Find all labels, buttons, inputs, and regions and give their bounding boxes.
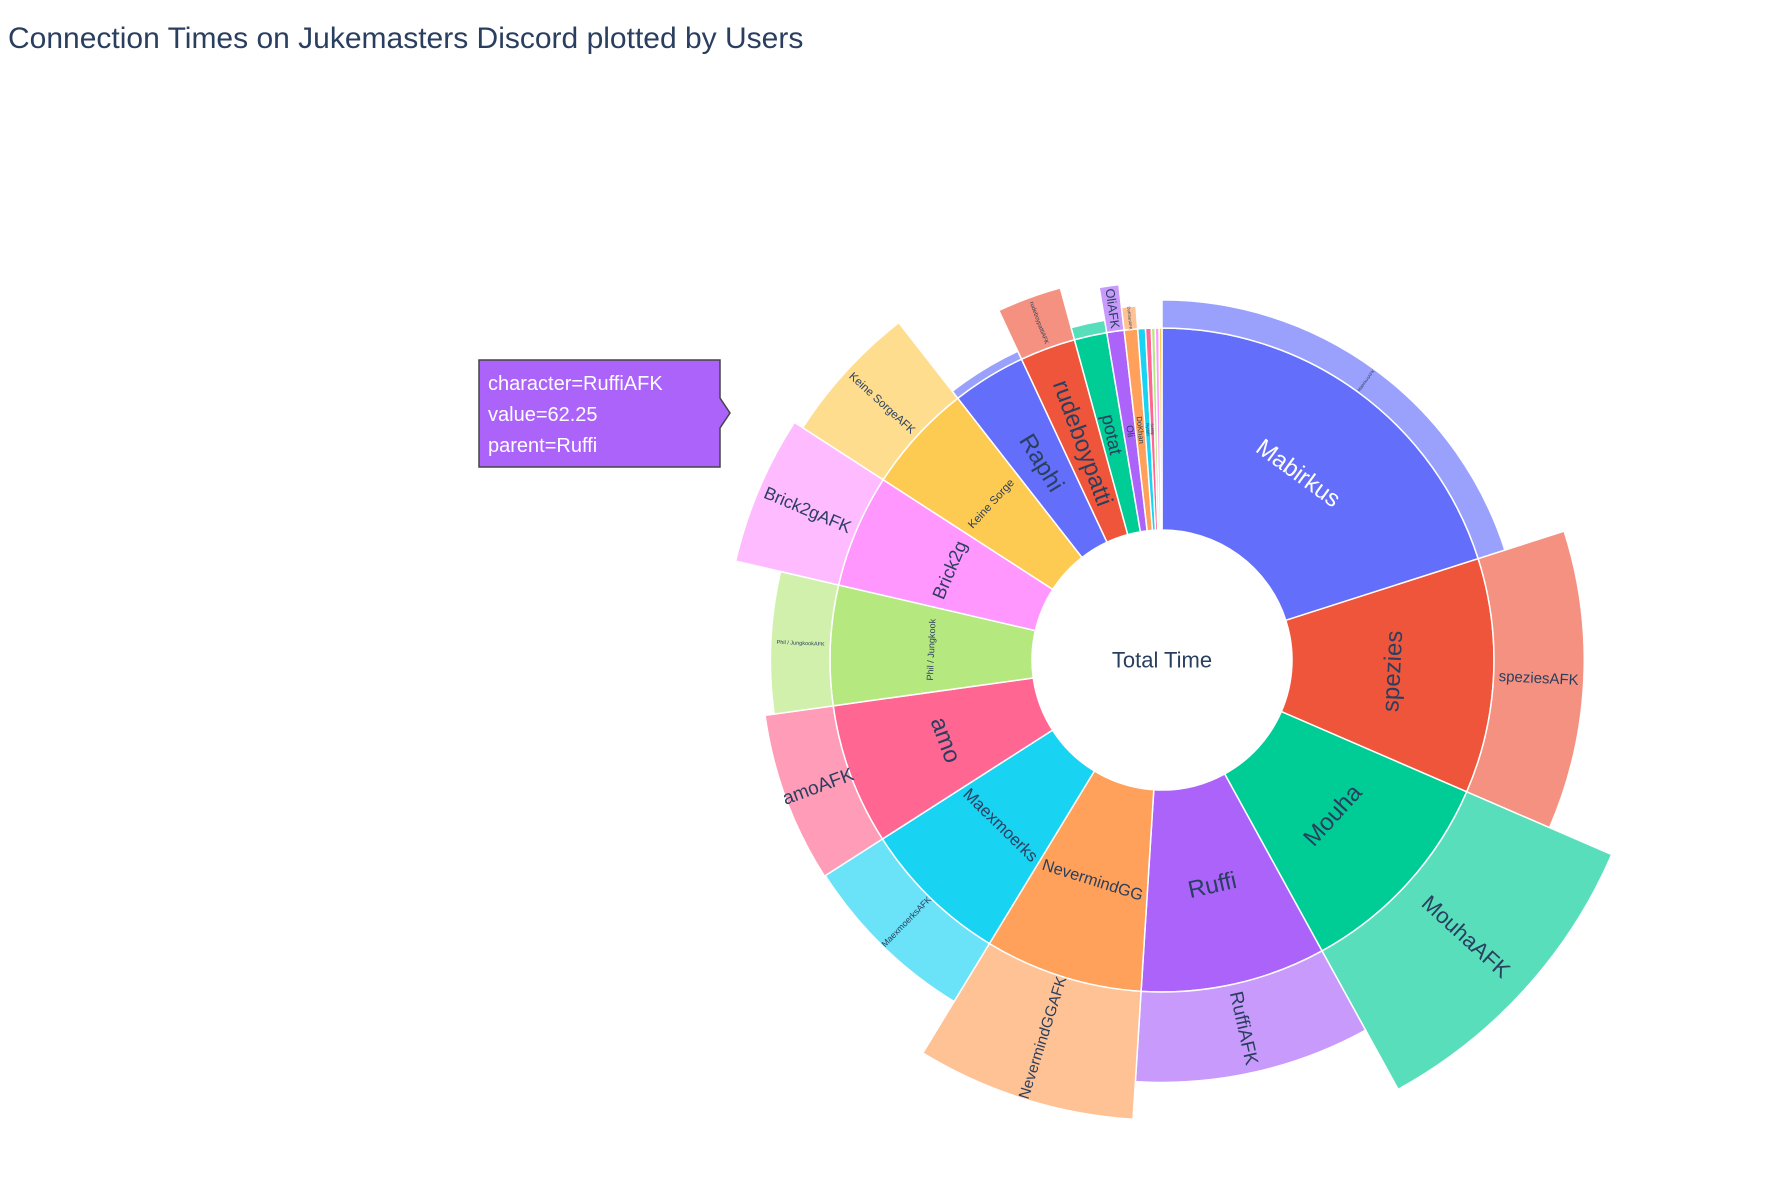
label-rythm: Rythm	[1145, 423, 1151, 436]
root-label: Total Time	[1112, 648, 1212, 673]
label-oli: Oli	[1123, 425, 1136, 438]
label-spezies: spezies	[1377, 630, 1408, 713]
label-schlilp: Schlilp	[1150, 423, 1156, 436]
sunburst-chart[interactable]: MabirkusAFKMabirkusspeziesAFKspeziesMouh…	[0, 0, 1776, 1202]
